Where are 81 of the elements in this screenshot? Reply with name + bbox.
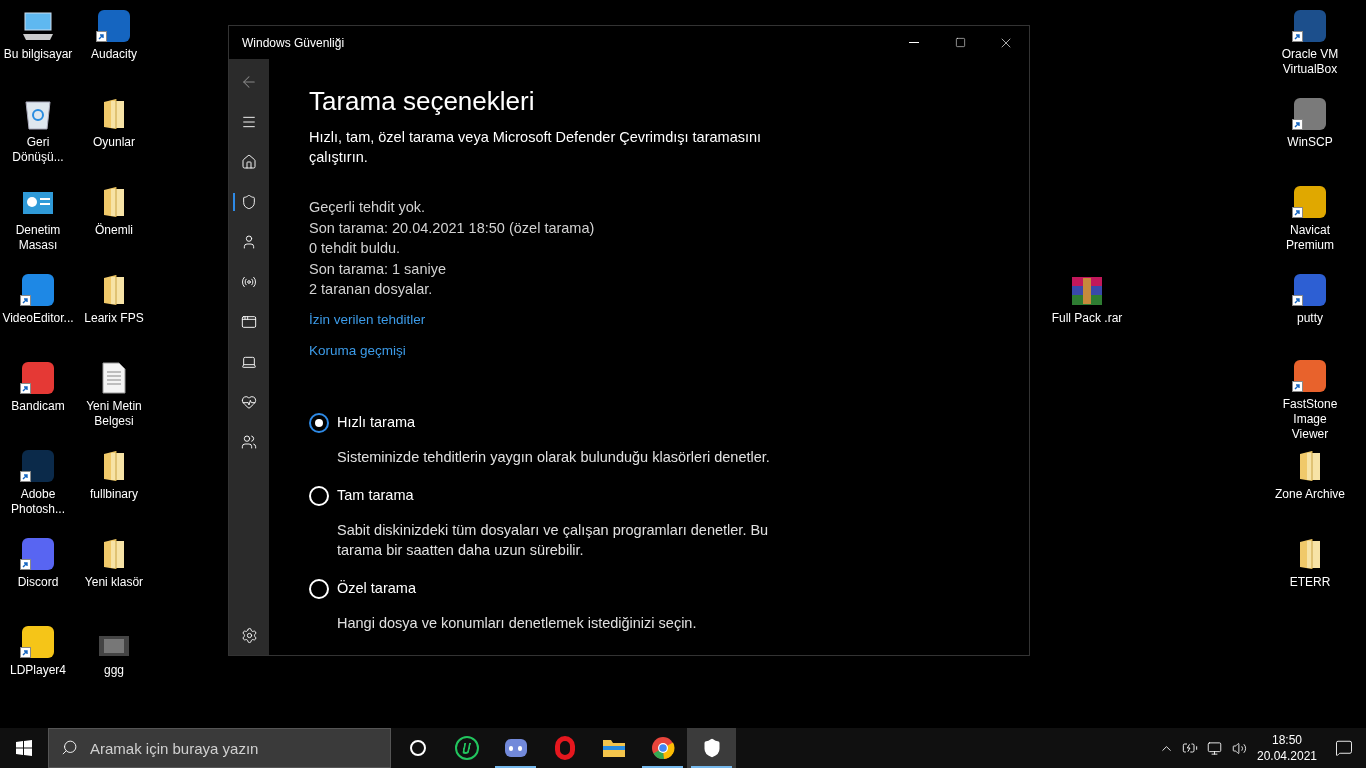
laptop-icon — [241, 354, 257, 370]
desktop-icon[interactable]: Adobe Photosh... — [0, 440, 76, 528]
window-title: Windows Güvenliği — [242, 34, 345, 52]
desktop-icon[interactable]: Discord — [0, 528, 76, 616]
scan-status-line: Son tarama: 1 saniye — [309, 259, 448, 279]
scan-option-radio[interactable]: Özel tarama — [309, 578, 789, 599]
running-indicator — [642, 766, 683, 768]
desktop-icon[interactable]: Geri Dönüşü... — [0, 88, 76, 176]
settings-icon — [240, 626, 258, 644]
desktop-icon[interactable]: Oyunlar — [76, 88, 152, 176]
video-file-icon — [98, 634, 130, 658]
running-indicator — [691, 766, 732, 768]
desktop-icon[interactable]: VideoEditor... — [0, 264, 76, 352]
desktop-icon[interactable]: Oracle VM VirtualBox — [1272, 0, 1348, 88]
desktop-icon[interactable]: Yeni Metin Belgesi — [76, 352, 152, 440]
antenna-icon — [241, 274, 257, 290]
scan-option-description: Sisteminizde tehditlerin yaygın olarak bulunduğu klasörleri denetler. — [337, 447, 771, 467]
search-icon — [61, 739, 78, 756]
windows-logo-icon — [16, 740, 32, 756]
recycle-bin-icon — [24, 98, 52, 130]
folder-icon — [102, 98, 126, 130]
folder-icon — [102, 274, 126, 306]
desktop-icon[interactable]: putty — [1272, 264, 1348, 352]
people-icon — [241, 434, 257, 450]
browser-window-icon — [241, 314, 257, 330]
game-controller-icon — [504, 739, 527, 757]
desktop-icon[interactable]: Learix FPS — [76, 264, 152, 352]
page-heading: Tarama seçenekleri — [309, 85, 536, 117]
desktop-icon[interactable]: Önemli — [76, 176, 152, 264]
desktop-icon[interactable]: ETERR — [1272, 528, 1348, 616]
heart-pulse-icon — [241, 394, 257, 410]
chrome-icon — [650, 736, 675, 760]
scan-status-line: Geçerli tehdit yok. — [309, 198, 427, 217]
taskbar-app-button[interactable] — [687, 728, 736, 768]
desktop-icon[interactable]: Denetim Masası — [0, 176, 76, 264]
folder-icon — [102, 450, 126, 482]
desktop-icon[interactable]: Zone Archive — [1272, 440, 1348, 528]
folder-icon — [1298, 450, 1322, 482]
scan-option-description: Hangi dosya ve konumları denetlemek istediğinizi seçin. — [337, 613, 698, 633]
folder-icon — [102, 538, 126, 570]
link[interactable]: Koruma geçmişi — [309, 340, 406, 361]
desktop-icon[interactable]: Audacity — [76, 0, 152, 88]
desktop-icon[interactable]: FastStone Image Viewer — [1272, 352, 1348, 440]
running-indicator — [495, 766, 536, 768]
home-icon — [241, 154, 257, 170]
notifications-icon — [1335, 739, 1353, 757]
scan-option-radio[interactable]: Tam tarama — [309, 485, 789, 506]
ring-icon — [554, 736, 575, 760]
network-icon — [1207, 740, 1222, 756]
clock[interactable]: 18:50 20.04.2021 — [1252, 728, 1322, 768]
volume-icon — [1232, 740, 1247, 756]
desktop-icon[interactable]: Bandicam — [0, 352, 76, 440]
scan-option-description: Sabit diskinizdeki tüm dosyaları ve çalışan programları denetler. Bu tarama bir saatten daha uzun sürebilir. — [337, 520, 770, 560]
search-field[interactable]: Aramak için buraya yazın — [48, 728, 391, 768]
desktop-icon[interactable]: Bu bilgisayar — [0, 0, 76, 88]
desktop-icon[interactable]: LDPlayer4 — [0, 616, 76, 704]
scan-option-radio[interactable]: Hızlı tarama — [309, 412, 789, 433]
radio-button[interactable] — [309, 412, 329, 433]
desktop-icon[interactable]: ggg — [76, 616, 152, 704]
shield-icon — [241, 194, 257, 210]
folder-icon — [601, 738, 626, 758]
page-description: Hızlı, tam, özel tarama veya Microsoft Defender Çevrimdışı taramasını çalıştırın. — [309, 128, 763, 167]
folder-icon — [102, 186, 126, 218]
desktop-icon[interactable]: WinSCP — [1272, 88, 1348, 176]
desktop-icon[interactable]: fullbinary — [76, 440, 152, 528]
folder-icon — [1298, 538, 1322, 570]
archive-icon — [1071, 276, 1103, 306]
minimize-icon — [909, 42, 919, 43]
scan-status-line: Son tarama: 20.04.2021 18:50 (özel tarama) — [309, 218, 596, 238]
person-icon — [241, 234, 257, 250]
desktop-icon[interactable]: Yeni klasör — [76, 528, 152, 616]
link[interactable]: İzin verilen tehditler — [309, 309, 426, 330]
computer-icon — [21, 12, 55, 42]
battery-icon — [1181, 740, 1198, 756]
desktop-icon[interactable]: Navicat Premium — [1272, 176, 1348, 264]
maximize-icon — [954, 37, 966, 48]
menu-icon — [241, 114, 257, 130]
desktop-icon[interactable]: Full Pack .rar — [1049, 264, 1125, 352]
scan-status-line: 0 tehdit buldu. — [309, 239, 402, 258]
document-icon — [101, 362, 127, 394]
scan-status-line: 2 taranan dosyalar. — [309, 280, 434, 299]
